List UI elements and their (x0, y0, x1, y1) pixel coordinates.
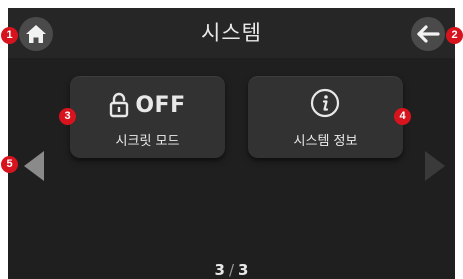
info-icon (310, 88, 340, 118)
secret-mode-status: OFF (70, 92, 225, 120)
lock-open-icon (110, 92, 129, 118)
system-info-tile[interactable]: 시스템 정보 (248, 76, 403, 158)
secret-mode-label: 시크릿 모드 (115, 134, 180, 149)
annotation-badge-1: 1 (1, 27, 18, 44)
page-indicator: 3/3 (8, 261, 455, 279)
annotation-badge-5: 5 (1, 156, 18, 173)
next-page-arrow-icon[interactable] (423, 149, 447, 183)
home-icon (26, 25, 46, 43)
page-separator: / (228, 261, 235, 279)
annotation-badge-4: 4 (394, 108, 411, 125)
home-button[interactable] (19, 17, 53, 51)
prev-page-arrow-icon[interactable] (22, 149, 46, 183)
page-current: 3 (214, 261, 225, 279)
annotation-badge-3: 3 (59, 108, 76, 125)
page-title: 시스템 (201, 21, 262, 45)
device-screen: 시스템 OFF 시크릿 모드 시스템 정보 3 / 3 (8, 8, 455, 279)
page-total: 3 (238, 261, 249, 279)
back-arrow-icon (417, 25, 440, 43)
secret-mode-state-text: OFF (135, 92, 186, 118)
secret-mode-tile[interactable]: OFF 시크릿 모드 (70, 76, 225, 158)
back-button[interactable] (411, 17, 445, 51)
annotation-badge-2: 2 (446, 27, 463, 44)
system-info-label: 시스템 정보 (293, 134, 358, 149)
